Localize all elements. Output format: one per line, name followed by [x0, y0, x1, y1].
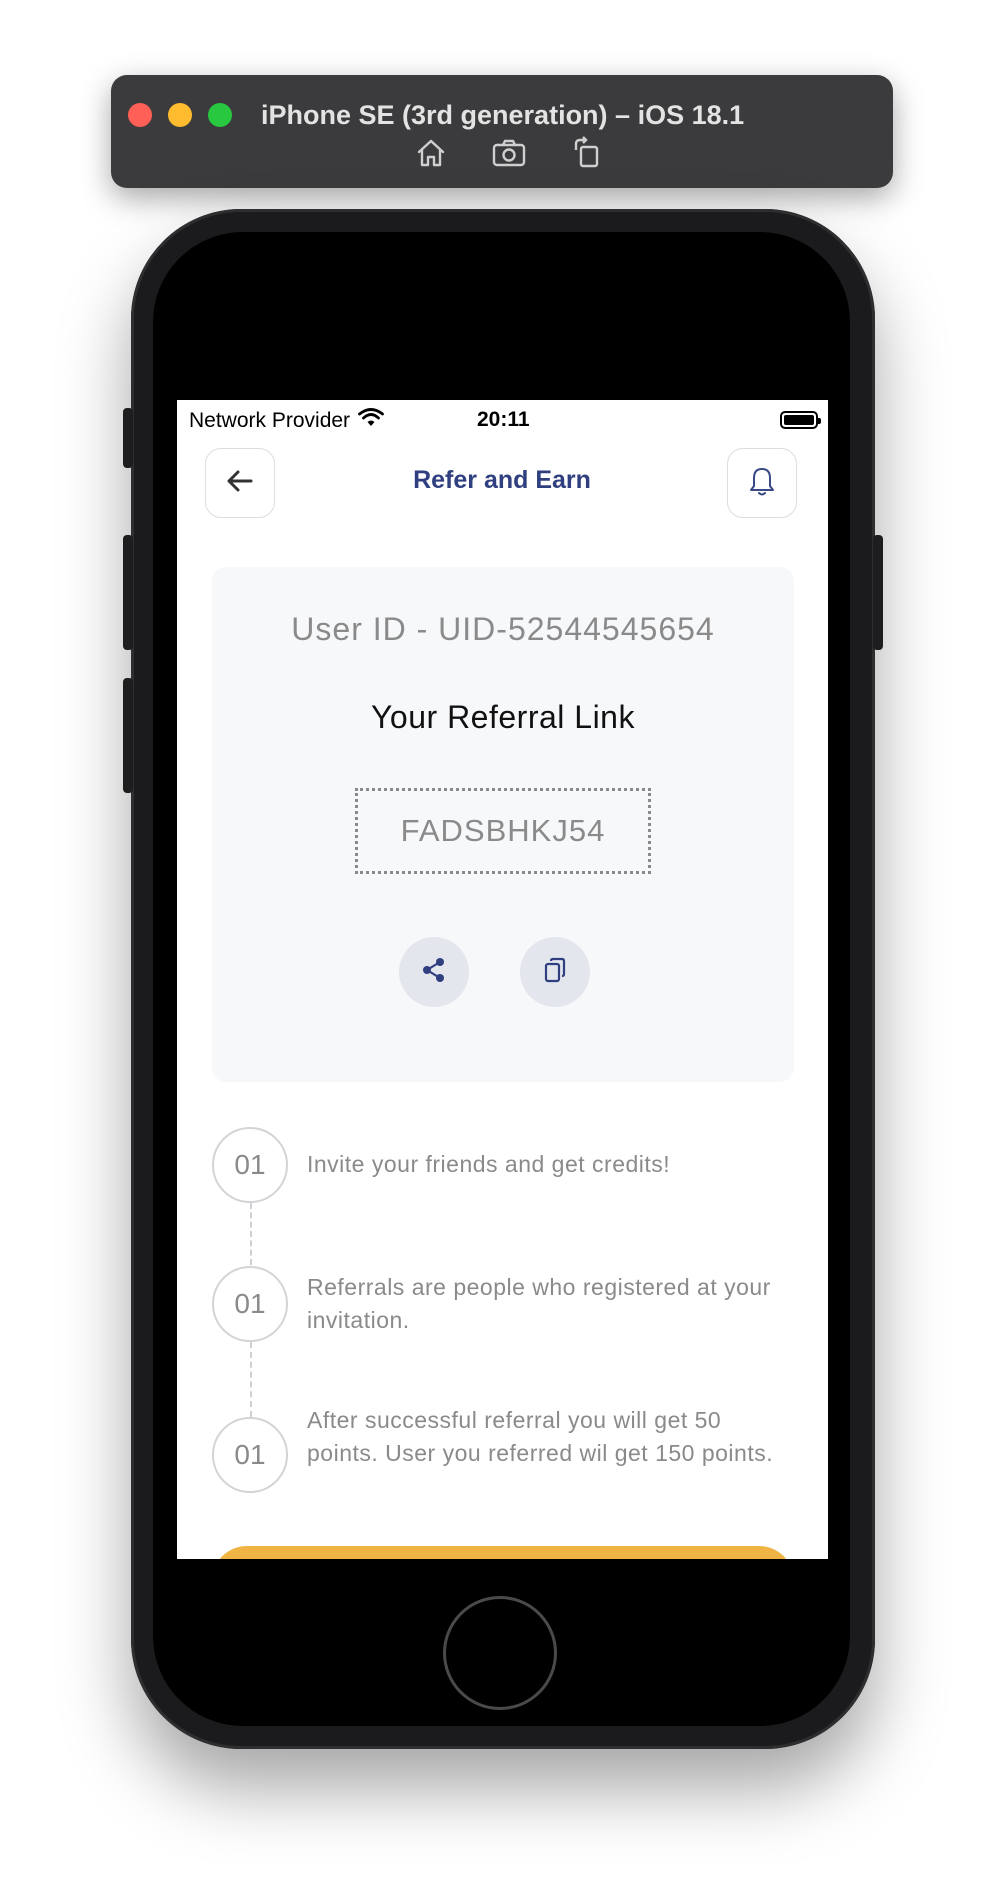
step-text: After successful referral you will get 5…: [307, 1407, 774, 1466]
close-window-button[interactable]: [128, 103, 152, 127]
home-icon[interactable]: [411, 133, 451, 173]
mute-switch: [123, 408, 133, 468]
app-header: Refer and Earn: [177, 448, 828, 520]
simulator-titlebar: iPhone SE (3rd generation) – iOS 18.1: [111, 75, 893, 188]
volume-up-button: [123, 535, 133, 650]
screenshot-icon[interactable]: [489, 133, 529, 173]
share-icon: [419, 955, 449, 990]
referral-link-label: Your Referral Link: [371, 699, 635, 735]
battery-icon: [780, 411, 821, 429]
step-connector: [250, 1342, 252, 1417]
step-text: Referrals are people who registered at y…: [307, 1274, 771, 1333]
step-connector: [250, 1203, 252, 1265]
step-number: 01: [212, 1127, 288, 1203]
volume-down-button: [123, 678, 133, 793]
page-title: Refer and Earn: [413, 466, 591, 494]
copy-icon: [540, 955, 570, 990]
bell-icon: [747, 465, 777, 502]
status-bar: Network Provider 20:11: [177, 400, 828, 440]
user-id: User ID - UID-52544545654: [291, 611, 715, 647]
carrier-label: Network Provider: [189, 409, 351, 432]
rotate-icon[interactable]: [567, 133, 607, 173]
notifications-button[interactable]: [727, 448, 797, 518]
back-button[interactable]: [205, 448, 275, 518]
step-number: 01: [212, 1417, 288, 1493]
step-text: Invite your friends and get credits!: [307, 1151, 671, 1177]
copy-button[interactable]: [520, 937, 590, 1007]
wifi-icon: [358, 408, 384, 434]
primary-action-button[interactable]: [212, 1546, 794, 1559]
carrier: Network Provider: [189, 408, 384, 434]
zoom-window-button[interactable]: [208, 103, 232, 127]
referral-code[interactable]: FADSBHKJ54: [355, 788, 651, 874]
home-button[interactable]: [443, 1596, 557, 1710]
simulator-toolbar: [411, 133, 671, 173]
power-button: [873, 535, 883, 650]
minimize-window-button[interactable]: [168, 103, 192, 127]
status-time: 20:11: [477, 408, 530, 431]
app-screen: Network Provider 20:11 Refer and Earn Us…: [177, 400, 828, 1559]
referral-card: User ID - UID-52544545654 Your Referral …: [212, 567, 794, 1082]
referral-code-value: FADSBHKJ54: [400, 813, 606, 848]
step-number: 01: [212, 1266, 288, 1342]
arrow-left-icon: [223, 464, 257, 503]
share-button[interactable]: [399, 937, 469, 1007]
